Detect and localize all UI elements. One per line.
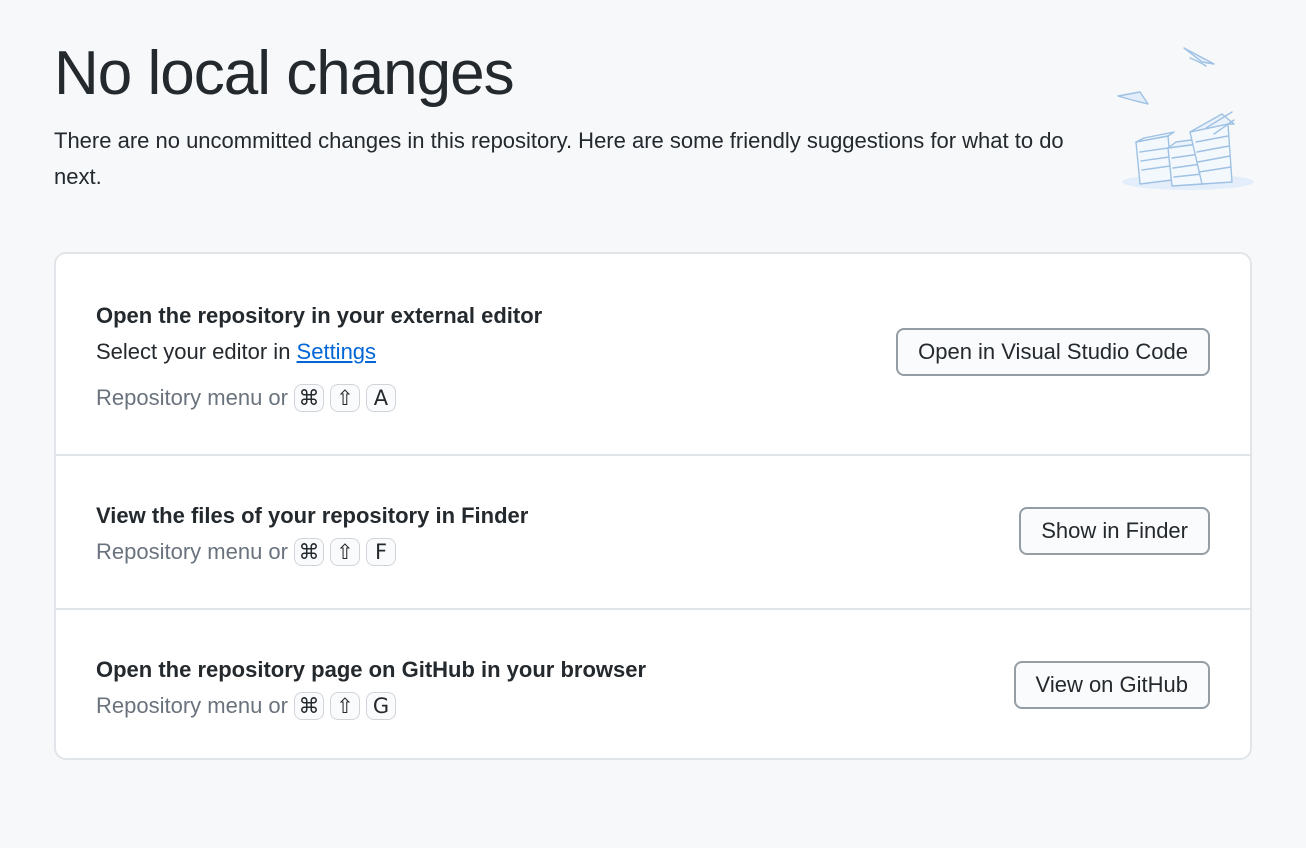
suggestion-title: Open the repository page on GitHub in yo… (96, 657, 647, 682)
paper-stacks-illustration (1110, 40, 1260, 195)
command-key-icon: ⌘ (293, 538, 324, 566)
page-title: No local changes (54, 39, 515, 108)
command-key-icon: ⌘ (293, 692, 324, 720)
suggestion-title: Open the repository in your external edi… (96, 303, 543, 328)
settings-link[interactable]: Settings (297, 339, 377, 364)
open-in-editor-button[interactable]: Open in Visual Studio Code (896, 328, 1210, 376)
suggestion-show-in-finder: View the files of your repository in Fin… (56, 454, 1250, 608)
letter-key: A (365, 384, 396, 412)
keyboard-shortcut: Repository menu or ⌘ ⇧ F (96, 534, 528, 570)
suggestions-card: Open the repository in your external edi… (54, 252, 1252, 760)
suggestion-open-editor: Open the repository in your external edi… (56, 254, 1250, 454)
shift-key-icon: ⇧ (329, 538, 360, 566)
shortcut-label: Repository menu or (96, 385, 288, 410)
page-header: No local changes There are no uncommitte… (54, 38, 1074, 195)
suggestion-view-on-github: Open the repository page on GitHub in yo… (56, 608, 1250, 758)
shift-key-icon: ⇧ (329, 692, 360, 720)
shortcut-label: Repository menu or (96, 539, 288, 564)
shortcut-label: Repository menu or (96, 693, 288, 718)
keyboard-shortcut: Repository menu or ⌘ ⇧ A (96, 380, 542, 416)
page-description: There are no uncommitted changes in this… (54, 128, 1064, 189)
show-in-finder-button[interactable]: Show in Finder (1019, 507, 1210, 555)
letter-key: F (365, 538, 396, 566)
view-on-github-button[interactable]: View on GitHub (1013, 661, 1210, 709)
command-key-icon: ⌘ (293, 384, 324, 412)
shift-key-icon: ⇧ (329, 384, 360, 412)
letter-key: G (365, 692, 396, 720)
subtitle-text: Select your editor in (96, 339, 297, 364)
suggestion-subtitle: Select your editor in Settings (96, 334, 542, 370)
suggestion-title: View the files of your repository in Fin… (96, 503, 529, 528)
keyboard-shortcut: Repository menu or ⌘ ⇧ G (96, 688, 646, 724)
